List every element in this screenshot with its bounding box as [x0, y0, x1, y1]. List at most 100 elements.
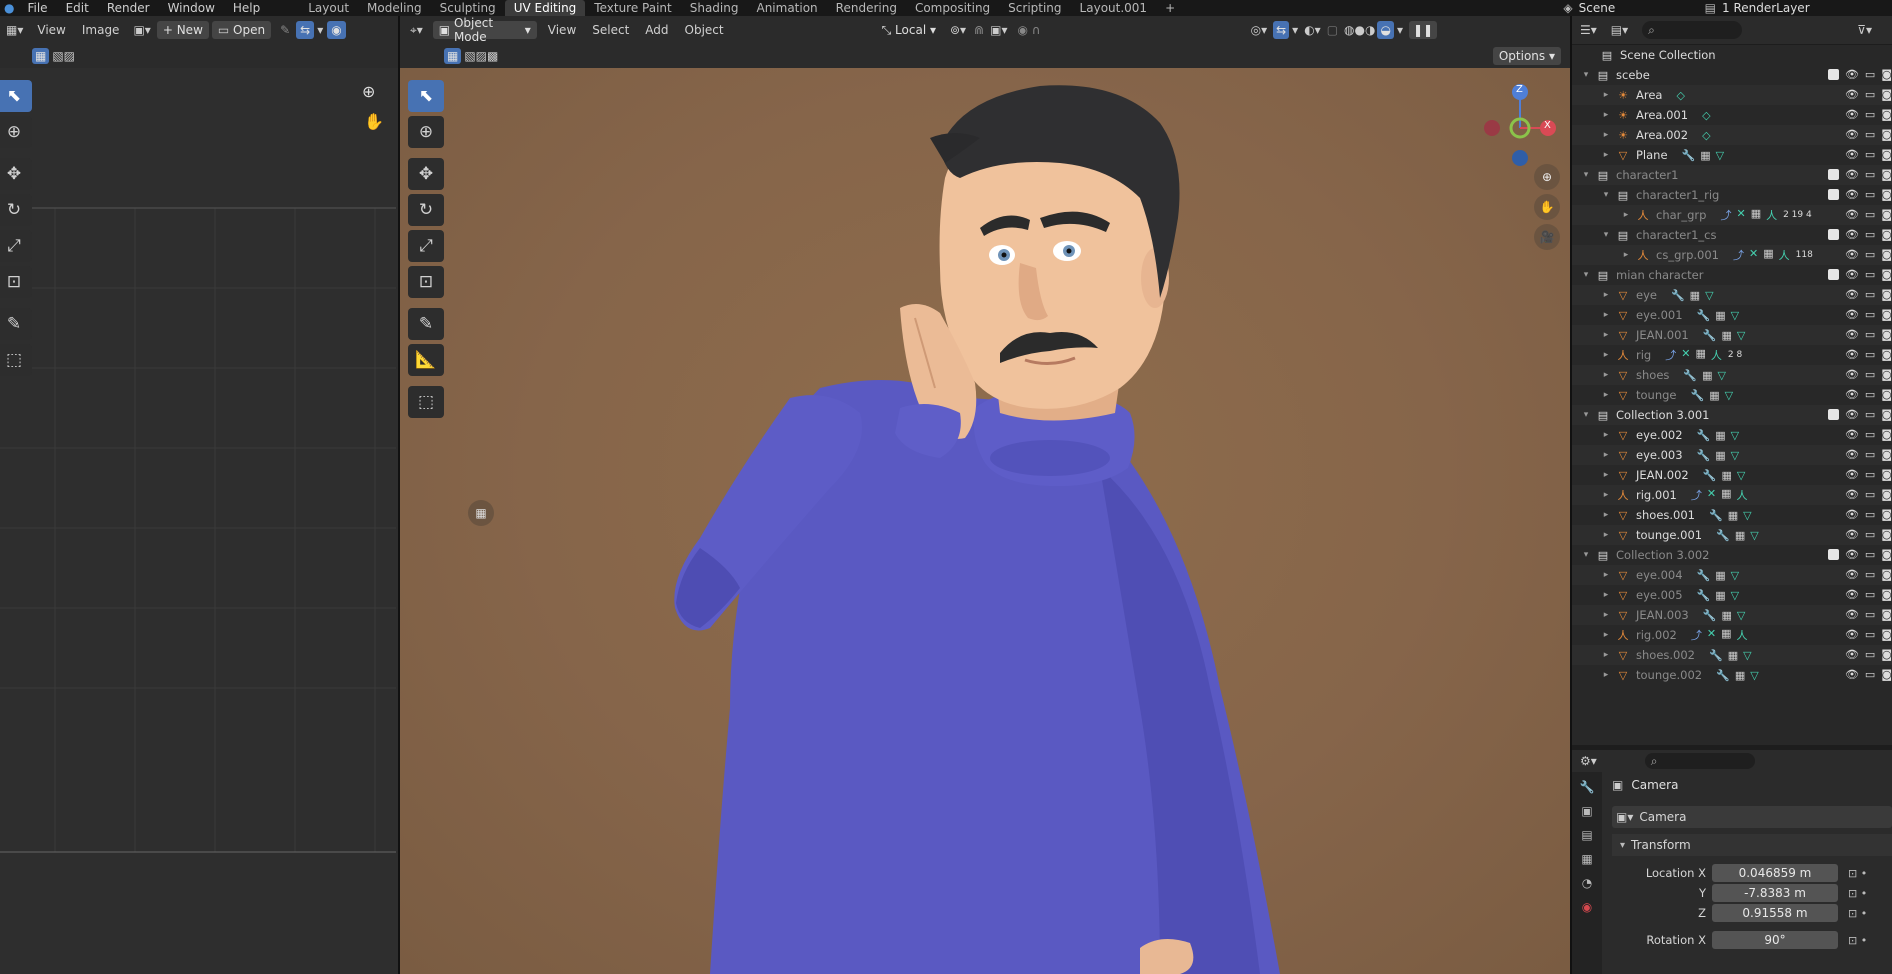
outliner-row[interactable]: ▸ ▽ shoes.002 🔧 ▦ ▽ 👁 ▭ ◙ [1572, 645, 1892, 665]
eye-icon[interactable]: 👁 [1845, 248, 1859, 261]
outliner-row[interactable]: ▸ ▽ JEAN.001 🔧 ▦ ▽ 👁 ▭ ◙ [1572, 325, 1892, 345]
pause-render-button[interactable]: ❚❚ [1409, 21, 1438, 39]
location-y-field[interactable]: -7.8383 m [1712, 884, 1838, 902]
outliner-row-label[interactable]: rig.001 [1636, 488, 1677, 502]
select-box-mode-icon[interactable]: ▦ [32, 48, 50, 64]
render-toggle-icon[interactable]: ◙ [1881, 108, 1892, 121]
viewport-toggle-icon[interactable]: ▭ [1865, 408, 1875, 421]
modifier-icons[interactable]: 🔧 ▦ ▽ [1697, 569, 1740, 582]
uv-editor-canvas[interactable]: ⬉ ⊕ ✥ ↻ ⤢ ⊡ ✎ ⬚ ⊕ ✋ [0, 68, 398, 974]
outliner-row-label[interactable]: rig.002 [1636, 628, 1677, 642]
outliner-row-label[interactable]: tounge [1636, 388, 1677, 402]
gizmo-toggle-button[interactable]: ⇆ [1273, 21, 1290, 39]
props-search-input[interactable]: ⌕ [1644, 753, 1755, 769]
eye-icon[interactable]: 👁 [1845, 288, 1859, 301]
view-layer-tab-icon[interactable]: ▦ [1581, 852, 1592, 866]
vp-add-cube-tool-icon[interactable]: ⬚ [408, 386, 444, 418]
lock-rot-x-icon[interactable]: ⊡ • [1848, 934, 1867, 947]
viewport-toggle-icon[interactable]: ▭ [1865, 508, 1875, 521]
modifier-icons[interactable]: 🔧 ▦ ▽ [1697, 449, 1740, 462]
menu-help[interactable]: Help [224, 0, 269, 16]
outliner-row[interactable]: ▸ ▽ eye 🔧 ▦ ▽ 👁 ▭ ◙ [1572, 285, 1892, 305]
render-toggle-icon[interactable]: ◙ [1881, 248, 1892, 261]
shading-rendered-icon[interactable]: ◒ [1377, 21, 1394, 39]
eye-icon[interactable]: 👁 [1845, 68, 1859, 81]
outliner-row[interactable]: ▸ ▽ JEAN.003 🔧 ▦ ▽ 👁 ▭ ◙ [1572, 605, 1892, 625]
lock-z-icon[interactable]: ⊡ • [1848, 907, 1867, 920]
expand-toggle-icon[interactable]: ▸ [1600, 570, 1612, 580]
viewport-canvas[interactable]: ⬉ ⊕ ✥ ↻ ⤢ ⊡ ✎ 📐 ⬚ ▦ Z X ⊕ ✋ 🎥 [400, 68, 1570, 974]
location-x-field[interactable]: 0.046859 m [1712, 864, 1838, 882]
menu-file[interactable]: File [18, 0, 56, 16]
select-mode-icons[interactable]: ▧▨ [52, 49, 75, 63]
outliner-row-label[interactable]: eye.002 [1636, 428, 1683, 442]
expand-toggle-icon[interactable]: ▸ [1600, 510, 1612, 520]
viewport-add-menu[interactable]: Add [637, 23, 676, 37]
render-toggle-icon[interactable]: ◙ [1881, 508, 1892, 521]
eye-icon[interactable]: 👁 [1845, 348, 1859, 361]
modifier-icons[interactable]: ◇ [1676, 89, 1684, 102]
expand-toggle-icon[interactable]: ▸ [1600, 150, 1612, 160]
viewport-toggle-icon[interactable]: ▭ [1865, 368, 1875, 381]
outliner-row-label[interactable]: character1_cs [1636, 228, 1716, 242]
render-toggle-icon[interactable]: ◙ [1881, 648, 1892, 661]
vp-annotate-tool-icon[interactable]: ✎ [408, 308, 444, 340]
outliner-row-label[interactable]: tounge.001 [1636, 528, 1702, 542]
tab-layout[interactable]: Layout [299, 0, 358, 16]
outliner-row[interactable]: ▸ ⼈ cs_grp.001 ⤴ ✕ ▦ ⼈ 118 👁 ▭ ◙ [1572, 245, 1892, 265]
expand-toggle-icon[interactable]: ▸ [1600, 450, 1612, 460]
outliner-row-label[interactable]: Area [1636, 88, 1662, 102]
exclude-checkbox[interactable] [1827, 69, 1839, 80]
outliner-row-label[interactable]: JEAN.001 [1636, 328, 1689, 342]
xray-icon[interactable]: ▢ [1327, 23, 1338, 37]
add-workspace-button[interactable]: + [1156, 0, 1184, 16]
viewport-editor-type-icon[interactable]: ⌖▾ [410, 23, 423, 38]
viewport-toggle-icon[interactable]: ▭ [1865, 108, 1875, 121]
menu-render[interactable]: Render [98, 0, 159, 16]
vp-select-tool-icon[interactable]: ⬉ [408, 80, 444, 112]
eye-icon[interactable]: 👁 [1845, 88, 1859, 101]
viewport-toggle-icon[interactable]: ▭ [1865, 248, 1875, 261]
gizmo-dropdown-icon[interactable]: ▾ [1292, 23, 1298, 37]
render-toggle-icon[interactable]: ◙ [1881, 568, 1892, 581]
light-probe-icon[interactable]: ▦ [468, 500, 494, 526]
outliner-row[interactable]: ▸ ▽ tounge.002 🔧 ▦ ▽ 👁 ▭ ◙ [1572, 665, 1892, 685]
viewport-toggle-icon[interactable]: ▭ [1865, 228, 1875, 241]
render-toggle-icon[interactable]: ◙ [1881, 468, 1892, 481]
modifier-icons[interactable]: 🔧 ▦ ▽ [1716, 669, 1759, 682]
expand-toggle-icon[interactable]: ▾ [1580, 170, 1592, 180]
render-toggle-icon[interactable]: ◙ [1881, 368, 1892, 381]
eye-icon[interactable]: 👁 [1845, 548, 1859, 561]
rotation-x-field[interactable]: 90° [1712, 931, 1838, 949]
eye-icon[interactable]: 👁 [1845, 108, 1859, 121]
outliner-row-label[interactable]: JEAN.002 [1636, 468, 1689, 482]
render-toggle-icon[interactable]: ◙ [1881, 428, 1892, 441]
outliner-row-label[interactable]: Plane [1636, 148, 1668, 162]
render-toggle-icon[interactable]: ◙ [1881, 88, 1892, 101]
eye-icon[interactable]: 👁 [1845, 588, 1859, 601]
viewport-view-menu[interactable]: View [540, 23, 584, 37]
outliner-row[interactable]: ▸ ▽ JEAN.002 🔧 ▦ ▽ 👁 ▭ ◙ [1572, 465, 1892, 485]
expand-toggle-icon[interactable]: ▸ [1600, 90, 1612, 100]
outliner-row-label[interactable]: shoes.002 [1636, 648, 1695, 662]
vp-scale-tool-icon[interactable]: ⤢ [408, 230, 444, 262]
pivot-icon[interactable]: ⊚▾ [950, 23, 966, 37]
outliner-row-label[interactable]: character1 [1616, 168, 1678, 182]
eye-icon[interactable]: 👁 [1845, 628, 1859, 641]
viewport-toggle-icon[interactable]: ▭ [1865, 628, 1875, 641]
modifier-icons[interactable]: ⤴ ✕ ▦ ⼈ [1665, 347, 1722, 363]
vp-zoom-icon[interactable]: ⊕ [1534, 164, 1560, 190]
tab-layout-001[interactable]: Layout.001 [1071, 0, 1157, 16]
outliner-row[interactable]: ▸ ⼈ rig ⤴ ✕ ▦ ⼈ 2 8 👁 ▭ ◙ [1572, 345, 1892, 365]
vp-measure-tool-icon[interactable]: 📐 [408, 344, 444, 376]
viewport-toggle-icon[interactable]: ▭ [1865, 288, 1875, 301]
panel-divider-left[interactable] [398, 16, 400, 974]
editor-type-icon[interactable]: ▦▾ [6, 23, 23, 37]
vp-pan-icon[interactable]: ✋ [1534, 194, 1560, 220]
display-mode-icon[interactable]: ▤▾ [1611, 23, 1628, 37]
viewport-toggle-icon[interactable]: ▭ [1865, 528, 1875, 541]
expand-toggle-icon[interactable]: ▸ [1600, 590, 1612, 600]
props-data-field[interactable]: ▣▾ Camera [1612, 806, 1892, 828]
outliner-row-label[interactable]: Area.001 [1636, 108, 1688, 122]
viewport-toggle-icon[interactable]: ▭ [1865, 488, 1875, 501]
